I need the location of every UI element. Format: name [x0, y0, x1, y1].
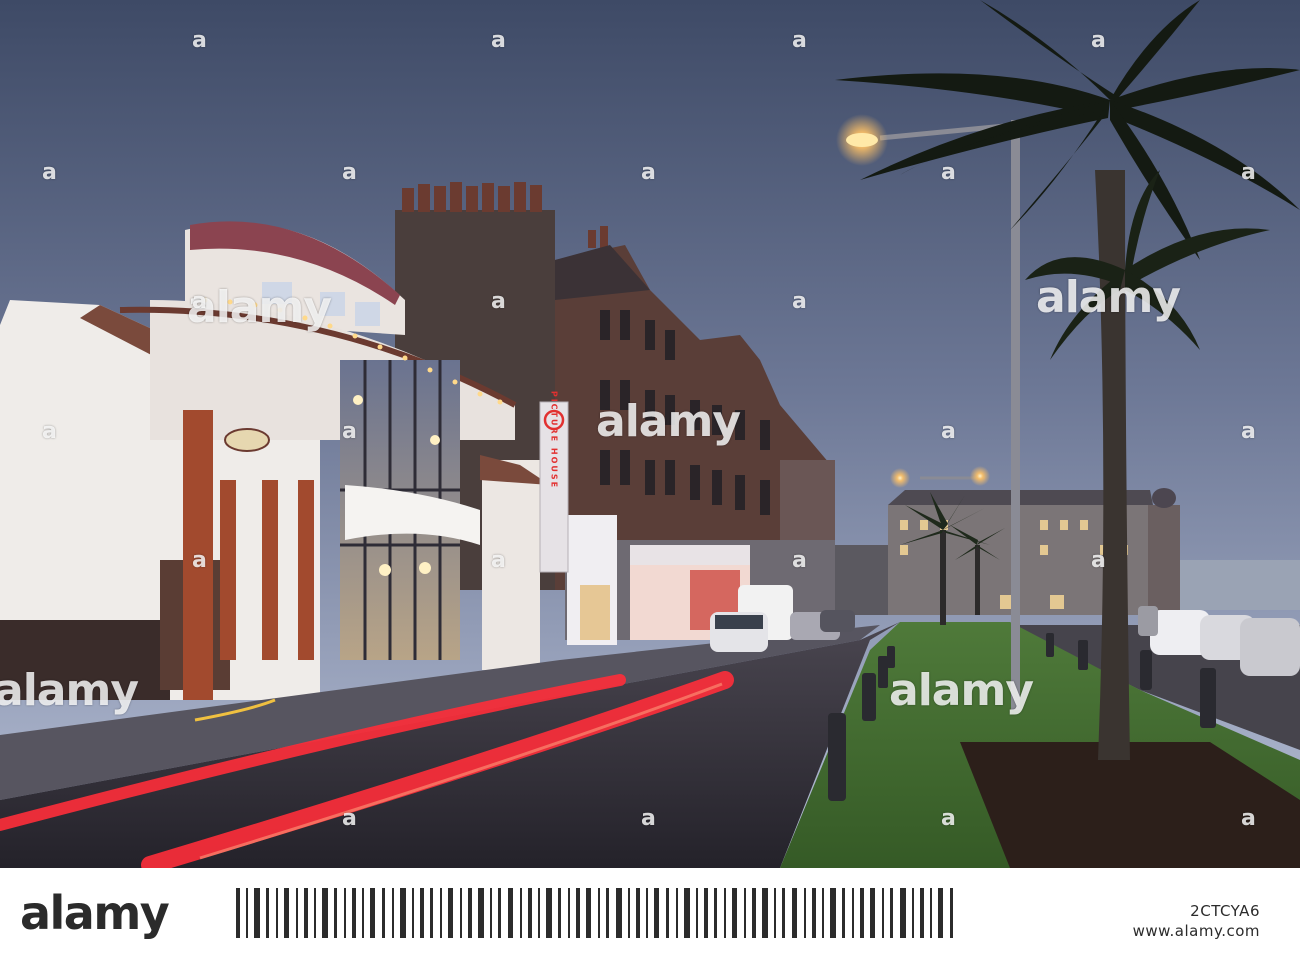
footer-logo: alamy: [20, 886, 170, 940]
picture-house-sign-text: PICTURE HOUSE: [550, 391, 559, 489]
distant-building: [1180, 560, 1300, 610]
street-scene-photo: PICTURE HOUSE: [0, 0, 1300, 868]
footer-image-id: 2CTCYA6: [1190, 902, 1260, 920]
royal-hotel-building: [888, 488, 1180, 615]
footer-site-url: www.alamy.com: [1132, 922, 1260, 940]
distant-building: [835, 545, 895, 615]
picture-house-sign: PICTURE HOUSE: [539, 391, 569, 573]
footer-stripe-pattern: [236, 888, 953, 938]
stock-footer-bar: alamy 2CTCYA6 www.alamy.com: [0, 868, 1300, 959]
